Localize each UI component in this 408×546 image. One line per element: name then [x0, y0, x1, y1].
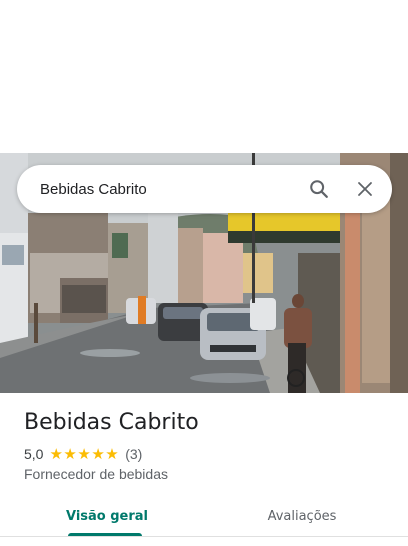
star-icon: ★ — [49, 445, 63, 463]
search-icon — [310, 180, 328, 198]
close-icon — [358, 182, 372, 196]
rating-value: 5,0 — [24, 446, 44, 462]
star-icon: ★ — [63, 445, 77, 463]
tabs-divider — [0, 536, 408, 537]
rating-row[interactable]: 5,0 ★ ★ ★ ★ ★ (3) — [24, 445, 142, 463]
search-input[interactable] — [17, 165, 299, 213]
tab-overview[interactable]: Visão geral — [64, 496, 150, 536]
tab-bar: Visão geral Avaliações — [0, 496, 408, 540]
tab-reviews[interactable]: Avaliações — [258, 496, 346, 536]
place-category: Fornecedor de bebidas — [24, 466, 168, 482]
star-icon: ★ — [91, 445, 105, 463]
place-title: Bebidas Cabrito — [24, 410, 199, 435]
clear-search-button[interactable] — [345, 169, 385, 209]
review-count[interactable]: (3) — [125, 446, 142, 462]
search-button[interactable] — [299, 169, 339, 209]
star-rating: ★ ★ ★ ★ ★ — [49, 447, 119, 462]
star-icon: ★ — [77, 445, 91, 463]
star-icon: ★ — [105, 445, 119, 463]
top-blank-area — [0, 0, 408, 153]
search-bar — [17, 165, 392, 213]
